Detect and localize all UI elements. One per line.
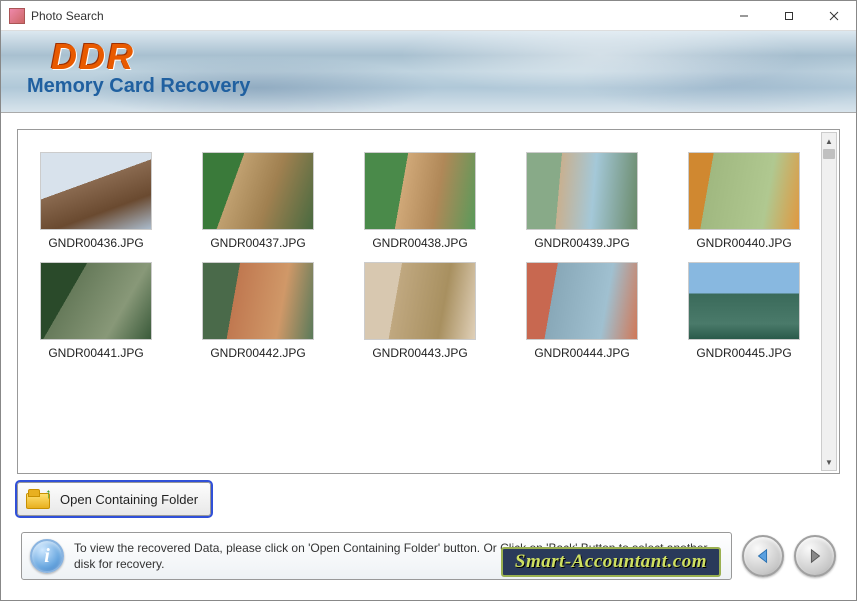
scroll-down-arrow-icon[interactable]: ▼ bbox=[822, 454, 836, 470]
thumbnail-item[interactable]: GNDR00444.JPG bbox=[517, 262, 647, 360]
thumbnail-filename: GNDR00439.JPG bbox=[534, 236, 629, 250]
thumbnail-filename: GNDR00441.JPG bbox=[48, 346, 143, 360]
thumbnail-image[interactable] bbox=[202, 262, 314, 340]
thumbnail-filename: GNDR00436.JPG bbox=[48, 236, 143, 250]
thumbnail-filename: GNDR00442.JPG bbox=[210, 346, 305, 360]
up-arrow-icon: ↑ bbox=[45, 485, 52, 501]
thumbnail-filename: GNDR00440.JPG bbox=[696, 236, 791, 250]
thumbnail-filename: GNDR00445.JPG bbox=[696, 346, 791, 360]
maximize-button[interactable] bbox=[766, 2, 811, 30]
watermark: Smart-Accountant.com bbox=[501, 547, 721, 577]
logo-text: DDR bbox=[51, 39, 836, 75]
header-banner: DDR Memory Card Recovery bbox=[1, 31, 856, 113]
open-containing-folder-button[interactable]: ↑ Open Containing Folder bbox=[17, 482, 211, 516]
scrollbar-thumb[interactable] bbox=[823, 149, 835, 159]
open-containing-folder-label: Open Containing Folder bbox=[60, 492, 198, 507]
thumbnail-scroll[interactable]: GNDR00436.JPG GNDR00437.JPG GNDR00438.JPG G… bbox=[20, 132, 820, 471]
minimize-button[interactable] bbox=[721, 2, 766, 30]
thumbnail-filename: GNDR00437.JPG bbox=[210, 236, 305, 250]
next-button[interactable] bbox=[794, 535, 836, 577]
thumbnail-image[interactable] bbox=[526, 262, 638, 340]
folder-icon: ↑ bbox=[24, 487, 52, 511]
thumbnail-filename: GNDR00444.JPG bbox=[534, 346, 629, 360]
thumbnail-image[interactable] bbox=[40, 152, 152, 230]
content-area: GNDR00436.JPG GNDR00437.JPG GNDR00438.JPG G… bbox=[1, 113, 856, 600]
window-title: Photo Search bbox=[31, 9, 104, 23]
app-window: Photo Search DDR Memory Card Recovery GN… bbox=[0, 0, 857, 601]
thumbnail-item[interactable]: GNDR00442.JPG bbox=[193, 262, 323, 360]
thumbnail-item[interactable]: GNDR00443.JPG bbox=[355, 262, 485, 360]
thumbnail-item[interactable]: GNDR00445.JPG bbox=[679, 262, 809, 360]
back-button[interactable] bbox=[742, 535, 784, 577]
thumbnail-image[interactable] bbox=[40, 262, 152, 340]
info-bar: i To view the recovered Data, please cli… bbox=[21, 532, 732, 580]
thumbnail-image[interactable] bbox=[364, 262, 476, 340]
thumbnail-image[interactable] bbox=[202, 152, 314, 230]
thumbnail-item[interactable]: GNDR00437.JPG bbox=[193, 152, 323, 250]
titlebar: Photo Search bbox=[1, 1, 856, 31]
thumbnail-image[interactable] bbox=[688, 152, 800, 230]
footer: i To view the recovered Data, please cli… bbox=[17, 532, 840, 584]
scroll-up-arrow-icon[interactable]: ▲ bbox=[822, 133, 836, 149]
thumbnail-filename: GNDR00443.JPG bbox=[372, 346, 467, 360]
close-button[interactable] bbox=[811, 2, 856, 30]
thumbnail-item[interactable]: GNDR00439.JPG bbox=[517, 152, 647, 250]
thumbnail-filename: GNDR00438.JPG bbox=[372, 236, 467, 250]
action-row: ↑ Open Containing Folder bbox=[17, 482, 840, 524]
vertical-scrollbar[interactable]: ▲ ▼ bbox=[821, 132, 837, 471]
thumbnail-grid: GNDR00436.JPG GNDR00437.JPG GNDR00438.JPG G… bbox=[20, 132, 820, 380]
app-subtitle: Memory Card Recovery bbox=[27, 75, 836, 98]
thumbnail-image[interactable] bbox=[688, 262, 800, 340]
app-icon bbox=[9, 8, 25, 24]
thumbnail-image[interactable] bbox=[526, 152, 638, 230]
thumbnail-image[interactable] bbox=[364, 152, 476, 230]
thumbnail-panel: GNDR00436.JPG GNDR00437.JPG GNDR00438.JPG G… bbox=[17, 129, 840, 474]
thumbnail-item[interactable]: GNDR00440.JPG bbox=[679, 152, 809, 250]
info-icon: i bbox=[30, 539, 64, 573]
thumbnail-item[interactable]: GNDR00436.JPG bbox=[31, 152, 161, 250]
thumbnail-item[interactable]: GNDR00438.JPG bbox=[355, 152, 485, 250]
thumbnail-item[interactable]: GNDR00441.JPG bbox=[31, 262, 161, 360]
